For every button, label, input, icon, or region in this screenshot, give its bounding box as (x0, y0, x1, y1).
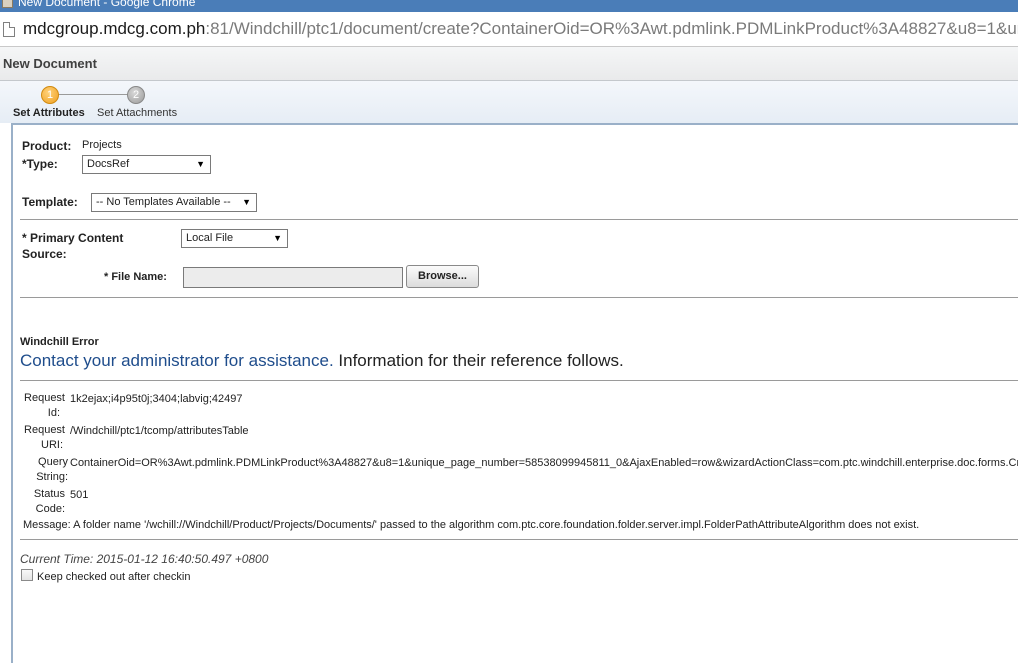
divider (20, 297, 1018, 298)
primary-content-source-value: Local File (186, 232, 234, 244)
request-uri-value: /Windchill/ptc1/tcomp/attributesTable (70, 425, 249, 437)
page-document-icon (3, 22, 15, 37)
status-code-value: 501 (70, 489, 89, 501)
status-code-key: Status Code: (33, 488, 65, 515)
content-panel: Product: Projects *Type: DocsRef ▼ Templ… (11, 123, 1018, 663)
address-bar[interactable]: mdcgroup.mdcg.com.ph:81/Windchill/ptc1/d… (0, 12, 1018, 47)
template-select[interactable]: -- No Templates Available -- ▼ (91, 193, 257, 212)
divider (20, 539, 1018, 540)
wizard-steps: 1 2 Set Attributes Set Attachments (0, 81, 1018, 123)
primary-content-label: * Primary Content (22, 231, 124, 245)
step-connector (58, 94, 128, 95)
contact-admin-text: Contact your administrator for assistanc… (20, 351, 334, 370)
step-2-indicator[interactable]: 2 (127, 86, 145, 104)
request-id-value: 1k2ejax;i4p95t0j;3404;labvig;42497 (70, 393, 243, 405)
step-1-indicator[interactable]: 1 (41, 86, 59, 104)
step-set-attributes-label[interactable]: Set Attributes (13, 107, 85, 119)
product-label: Product: (22, 139, 72, 153)
url-text[interactable]: mdcgroup.mdcg.com.ph:81/Windchill/ptc1/d… (23, 19, 1018, 39)
window-title-bar: New Document - Google Chrome (0, 0, 1018, 12)
request-id-key: Request Id: (24, 392, 65, 419)
error-detail-message: Message: A folder name '/wchill://Windch… (23, 519, 920, 531)
type-label: *Type: (22, 157, 58, 171)
url-path: :81/Windchill/ptc1/document/create?Conta… (205, 19, 1018, 38)
primary-content-label-source: Source: (22, 247, 67, 261)
product-value: Projects (82, 139, 122, 151)
template-select-value: -- No Templates Available -- (96, 196, 231, 208)
type-select[interactable]: DocsRef ▼ (82, 155, 211, 174)
primary-content-source-select[interactable]: Local File ▼ (181, 229, 288, 248)
type-select-value: DocsRef (87, 158, 130, 170)
divider (20, 219, 1018, 220)
url-host: mdcgroup.mdcg.com.ph (23, 19, 206, 38)
error-heading: Windchill Error (20, 336, 99, 348)
error-message-rest: Information for their reference follows. (333, 351, 624, 370)
keep-checked-out-label[interactable]: Keep checked out after checkin (37, 571, 190, 583)
query-string-value: ContainerOid=OR%3Awt.pdmlink.PDMLinkProd… (70, 457, 1018, 469)
template-label: Template: (22, 195, 78, 209)
step-set-attachments-label[interactable]: Set Attachments (97, 107, 177, 119)
browse-button[interactable]: Browse... (406, 265, 479, 288)
request-uri-key: Request URI: (24, 424, 65, 451)
chevron-down-icon: ▼ (242, 197, 251, 207)
page-title: New Document (3, 56, 97, 71)
page-header: New Document (0, 47, 1018, 81)
divider (20, 380, 1018, 381)
chrome-window-icon (2, 0, 13, 8)
error-message: Contact your administrator for assistanc… (20, 351, 624, 371)
query-string-key: Query String: (36, 456, 68, 483)
window-title: New Document - Google Chrome (18, 0, 196, 9)
keep-checked-out-checkbox[interactable] (21, 569, 33, 581)
chevron-down-icon: ▼ (196, 159, 205, 169)
chevron-down-icon: ▼ (273, 233, 282, 243)
file-name-label: * File Name: (104, 271, 167, 283)
file-name-input[interactable] (183, 267, 403, 288)
current-time: Current Time: 2015-01-12 16:40:50.497 +0… (20, 552, 269, 566)
